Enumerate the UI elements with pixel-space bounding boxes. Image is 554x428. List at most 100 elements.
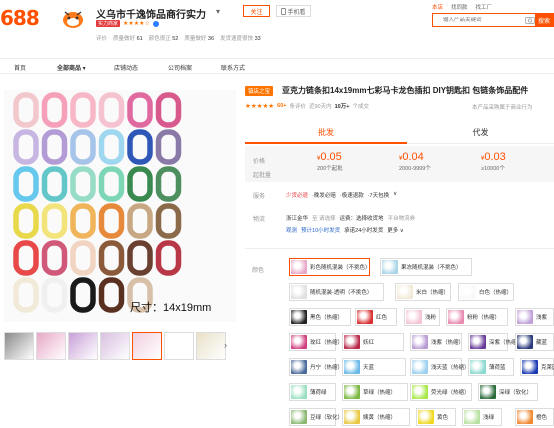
color-swatch (522, 360, 538, 374)
follow-button[interactable]: 关注 (243, 5, 270, 17)
logistics-row: 浙江金华 至 请选择 运费：选择收货地 平台物流券 (286, 214, 415, 222)
sales-period: 近90天内 (309, 104, 332, 110)
more-link[interactable]: 更多 ∨ (387, 226, 404, 234)
sales-value: 10万+ (334, 104, 350, 110)
follow-label: 关注 (250, 9, 263, 16)
color-option-label: 橙色 (536, 415, 548, 421)
color-option[interactable]: 薄荷绿 (289, 383, 336, 401)
service-item[interactable]: ·晚发必赔 (312, 191, 336, 199)
search-tab-factory[interactable]: 找工厂 (476, 3, 493, 11)
color-swatch (291, 410, 307, 424)
service-item[interactable]: ·7天包换 (368, 191, 389, 199)
color-option[interactable]: 妖红 (342, 333, 404, 351)
nav-contact[interactable]: 联系方式 (221, 63, 245, 72)
color-option[interactable]: 草绿（热缩） (342, 383, 408, 401)
color-option[interactable]: 浅天蓝（热缩） (410, 358, 470, 376)
color-option[interactable]: 浅紫（热缩） (410, 333, 465, 351)
color-swatch (470, 360, 486, 374)
color-option[interactable]: 随机混装-透明（不挑色） (289, 283, 384, 301)
review-tag[interactable]: 质量做好 36 (184, 34, 214, 42)
color-option[interactable]: 白色（热缩） (458, 283, 514, 301)
color-option[interactable]: 粉粉（热缩） (446, 308, 508, 326)
tab-dropship[interactable]: 代发 (407, 122, 554, 144)
color-option-label: 薄荷绿 (310, 390, 327, 396)
gallery-thumbnail[interactable] (164, 332, 194, 360)
gallery-thumbnail[interactable] (36, 332, 66, 360)
color-option[interactable]: 红色 (355, 308, 397, 326)
product-main-image[interactable] (4, 90, 236, 322)
gallery-thumbnail[interactable] (100, 332, 130, 360)
color-swatch (344, 360, 360, 374)
nav-company-profile[interactable]: 公司档案 (168, 63, 192, 72)
color-option[interactable]: 丹宁（热缩） (289, 358, 343, 376)
chevron-down-icon[interactable]: ▾ (216, 7, 220, 16)
service-item[interactable]: 少货必退 (286, 191, 308, 199)
color-option[interactable]: 克莱因蓝 (520, 358, 554, 376)
review-tag[interactable]: 发货速度很快 33 (220, 34, 261, 42)
platform-coupon[interactable]: 平台物流券 (388, 214, 416, 222)
color-option[interactable]: 米白（热缩） (395, 283, 451, 301)
color-option-label: 浅紫（热缩） (431, 340, 465, 346)
color-option[interactable]: 黑色（热缩） (289, 308, 351, 326)
price-tier: ¥0.04 2000-9999个 (399, 151, 431, 172)
color-option[interactable]: 浅紫 (515, 308, 554, 326)
color-option-label: 妖红 (363, 340, 375, 346)
freight[interactable]: 运费：选择收货地 (340, 214, 384, 222)
price-tier: ¥0.05 200个起批 (317, 151, 343, 172)
search-tab-shop[interactable]: 本店 (432, 3, 443, 11)
search-input[interactable] (443, 17, 521, 23)
color-option[interactable]: 深紫（热缩） (468, 333, 522, 351)
color-option[interactable]: 姨黄（热缩） (342, 408, 410, 426)
ship-promise: 承诺24小时发货 (344, 228, 384, 234)
tab-wholesale[interactable]: 批发 (245, 122, 407, 144)
ship-destination[interactable]: 至 请选择 (312, 214, 336, 222)
site-logo[interactable]: 688 (0, 6, 40, 30)
color-option-label: 浅粉 (425, 315, 437, 321)
sales-unit: 个成交 (352, 104, 369, 110)
search-button[interactable]: 搜索 (535, 14, 553, 26)
nav-all-products[interactable]: 全部商品 ▾ (57, 63, 86, 72)
color-option[interactable]: 果冻随机混装（不挑色） (380, 258, 472, 276)
color-option[interactable]: 天蓝 (342, 358, 406, 376)
nav-shop-news[interactable]: 店铺动态 (114, 63, 138, 72)
color-option-label: 豆绿（软化） (310, 415, 344, 421)
color-option[interactable]: 藏蓝 (515, 333, 554, 351)
service-list: 少货必退 ·晚发必赔 ·极速退款 ·7天包换 ∨ (286, 191, 397, 199)
phone-icon (281, 7, 287, 15)
review-count[interactable]: 60+ (277, 103, 286, 109)
nav-home[interactable]: 首页 (14, 63, 26, 72)
color-swatch (470, 335, 486, 349)
chevron-down-icon[interactable]: ∨ (393, 191, 397, 199)
color-option[interactable]: 黄色 (416, 408, 456, 426)
color-option[interactable]: 玫红（热缩） (289, 333, 343, 351)
gallery-thumbnail[interactable] (4, 332, 34, 360)
color-option[interactable]: 彩色随机混装（不挑色） (289, 258, 371, 276)
review-tag[interactable]: 质量做好 61 (113, 34, 143, 42)
color-option[interactable]: 深绿（软化） (478, 383, 538, 401)
color-option[interactable]: 荧光绿（热缩） (410, 383, 472, 401)
price-label: 价格 (253, 159, 266, 165)
mobile-view-button[interactable]: 手机看 (276, 5, 311, 17)
gallery-thumbnail[interactable] (132, 332, 162, 360)
color-option[interactable]: 浅绿 (462, 408, 502, 426)
color-option-label: 克莱因蓝 (541, 365, 554, 371)
color-option[interactable]: 豆绿（软化） (289, 408, 343, 426)
shop-review-tags: 评价 质量做好 61 颜色很正 52 质量做好 36 发货速度很快 33 (96, 34, 261, 42)
camera-icon[interactable] (525, 16, 535, 24)
color-swatch (291, 260, 307, 274)
service-item[interactable]: ·极速退款 (340, 191, 364, 199)
gallery-thumbnail[interactable] (196, 332, 226, 360)
shop-name[interactable]: 义乌市千逸饰品商行实力 (96, 6, 206, 21)
chevron-right-icon[interactable]: › (224, 340, 227, 350)
color-option[interactable]: 薄荷蓝 (468, 358, 514, 376)
review-tag[interactable]: 颜色很正 52 (149, 34, 179, 42)
color-swatch (480, 385, 496, 399)
color-option-label: 薄荷蓝 (489, 365, 506, 371)
color-option[interactable]: 橙色 (515, 408, 554, 426)
search-tab-same[interactable]: 找同款 (451, 3, 468, 11)
power-merchant-badge: 实力商家 (96, 20, 121, 27)
color-option[interactable]: 浅粉 (404, 308, 440, 326)
color-option-label: 姨黄（热缩） (363, 415, 397, 421)
color-swatch (460, 285, 476, 299)
gallery-thumbnail[interactable] (68, 332, 98, 360)
